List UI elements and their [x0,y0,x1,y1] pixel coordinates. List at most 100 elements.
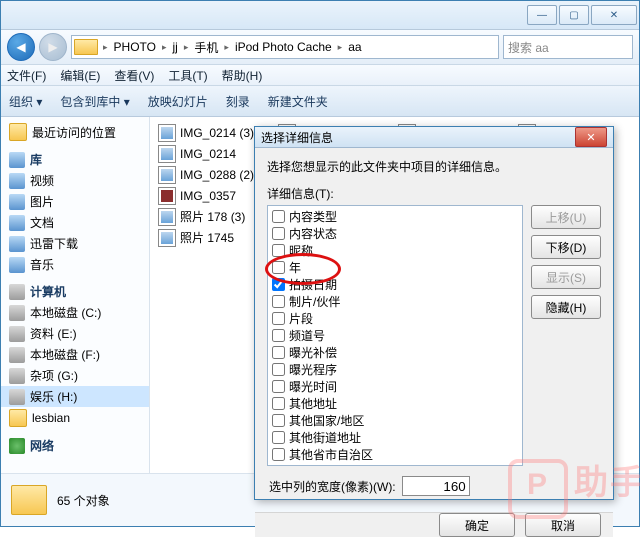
hide-button[interactable]: 隐藏(H) [531,295,601,319]
detail-option[interactable]: 其他国家/地区 [272,412,518,429]
detail-option[interactable]: 频道号 [272,327,518,344]
file-item[interactable]: IMG_0288 (2) [158,165,268,184]
nav-recent[interactable]: 最近访问的位置 [1,121,149,143]
cancel-button[interactable]: 取消 [525,513,601,537]
close-button[interactable]: ✕ [591,5,637,25]
drive-icon [9,347,25,363]
detail-checkbox[interactable] [272,448,285,461]
navigation-pane: 最近访问的位置 库 视频 图片 文档 迅雷下载 音乐 计算机 本地磁盘 (C:)… [1,117,150,473]
file-item[interactable]: 照片 178 (3) [158,207,268,226]
document-icon [9,215,25,231]
detail-option[interactable]: 内容状态 [272,225,518,242]
detail-checkbox[interactable] [272,227,285,240]
menu-tools[interactable]: 工具(T) [168,67,207,84]
detail-option-label: 年 [289,259,301,276]
show-button[interactable]: 显示(S) [531,265,601,289]
nav-computer[interactable]: 计算机 [1,281,149,302]
detail-checkbox[interactable] [272,346,285,359]
file-name: 照片 1745 [180,229,234,246]
detail-option-label: 制片/伙伴 [289,293,340,310]
burn-button[interactable]: 刻录 [226,93,250,110]
detail-checkbox[interactable] [272,397,285,410]
detail-option-label: 其他街道地址 [289,429,361,446]
crumb-item[interactable]: jj [170,40,181,54]
minimize-button[interactable]: — [527,5,557,25]
nav-drive[interactable]: 娱乐 (H:) [1,386,149,407]
organize-button[interactable]: 组织 ▾ [9,93,42,110]
library-icon [9,152,25,168]
nav-folder[interactable]: lesbian [1,407,149,429]
details-listbox[interactable]: 内容类型内容状态昵称年拍摄日期制片/伙伴片段频道号曝光补偿曝光程序曝光时间其他地… [267,205,523,466]
detail-option[interactable]: 其他省市自治区 [272,446,518,463]
download-icon [9,236,25,252]
details-label: 详细信息(T): [267,185,601,202]
file-name: IMG_0357 [180,189,236,203]
search-input[interactable]: 搜索 aa [503,35,633,59]
move-up-button[interactable]: 上移(U) [531,205,601,229]
detail-checkbox[interactable] [272,329,285,342]
back-button[interactable]: ◀ [7,33,35,61]
detail-option[interactable]: 拍摄日期 [272,276,518,293]
nav-libraries[interactable]: 库 [1,149,149,170]
menu-file[interactable]: 文件(F) [7,67,46,84]
detail-checkbox[interactable] [272,431,285,444]
detail-option[interactable]: 年 [272,259,518,276]
nav-documents[interactable]: 文档 [1,212,149,233]
detail-checkbox[interactable] [272,414,285,427]
breadcrumb[interactable]: ▸ PHOTO▸ jj▸ 手机▸ iPod Photo Cache▸ aa [71,35,499,59]
crumb-item[interactable]: iPod Photo Cache [232,40,335,54]
crumb-item[interactable]: PHOTO [111,40,159,54]
detail-checkbox[interactable] [272,363,285,376]
detail-option[interactable]: 片段 [272,310,518,327]
detail-checkbox[interactable] [272,312,285,325]
maximize-button[interactable]: ▢ [559,5,589,25]
detail-option-label: 拍摄日期 [289,276,337,293]
folder-icon [9,409,27,427]
detail-option[interactable]: 昵称 [272,242,518,259]
detail-checkbox[interactable] [272,261,285,274]
drive-icon [9,305,25,321]
include-library-button[interactable]: 包含到库中 ▾ [60,93,129,110]
menu-edit[interactable]: 编辑(E) [60,67,100,84]
crumb-item[interactable]: 手机 [191,39,221,56]
detail-checkbox[interactable] [272,278,285,291]
forward-button[interactable]: ▶ [39,33,67,61]
detail-option[interactable]: 曝光程序 [272,361,518,378]
ok-button[interactable]: 确定 [439,513,515,537]
detail-option[interactable]: 其他地址 [272,395,518,412]
detail-option[interactable]: 曝光补偿 [272,344,518,361]
image-icon [158,187,176,205]
crumb-item[interactable]: aa [345,40,364,54]
detail-option[interactable]: 曝光时间 [272,378,518,395]
detail-checkbox[interactable] [272,244,285,257]
file-item[interactable]: 照片 1745 [158,228,268,247]
slideshow-button[interactable]: 放映幻灯片 [148,93,208,110]
file-item[interactable]: IMG_0357 [158,186,268,205]
menu-view[interactable]: 查看(V) [114,67,154,84]
dialog-close-button[interactable]: ✕ [575,127,607,147]
menu-help[interactable]: 帮助(H) [222,67,263,84]
nav-videos[interactable]: 视频 [1,170,149,191]
width-input[interactable] [402,476,470,496]
file-item[interactable]: IMG_0214 [158,144,268,163]
nav-music[interactable]: 音乐 [1,254,149,275]
nav-pictures[interactable]: 图片 [1,191,149,212]
nav-drive[interactable]: 本地磁盘 (C:) [1,302,149,323]
nav-thunder[interactable]: 迅雷下载 [1,233,149,254]
menu-bar: 文件(F) 编辑(E) 查看(V) 工具(T) 帮助(H) [1,65,639,86]
nav-network[interactable]: 网络 [1,435,149,456]
nav-drive[interactable]: 杂项 (G:) [1,365,149,386]
nav-drive[interactable]: 本地磁盘 (F:) [1,344,149,365]
detail-option[interactable]: 内容类型 [272,208,518,225]
new-folder-button[interactable]: 新建文件夹 [268,93,328,110]
move-down-button[interactable]: 下移(D) [531,235,601,259]
detail-checkbox[interactable] [272,210,285,223]
detail-checkbox[interactable] [272,295,285,308]
file-item[interactable]: IMG_0214 (3) [158,123,268,142]
nav-drive[interactable]: 资料 (E:) [1,323,149,344]
detail-option[interactable]: 制片/伙伴 [272,293,518,310]
detail-option[interactable]: 其他街道地址 [272,429,518,446]
status-count: 65 个对象 [57,492,110,509]
file-name: IMG_0214 [180,147,236,161]
detail-checkbox[interactable] [272,380,285,393]
